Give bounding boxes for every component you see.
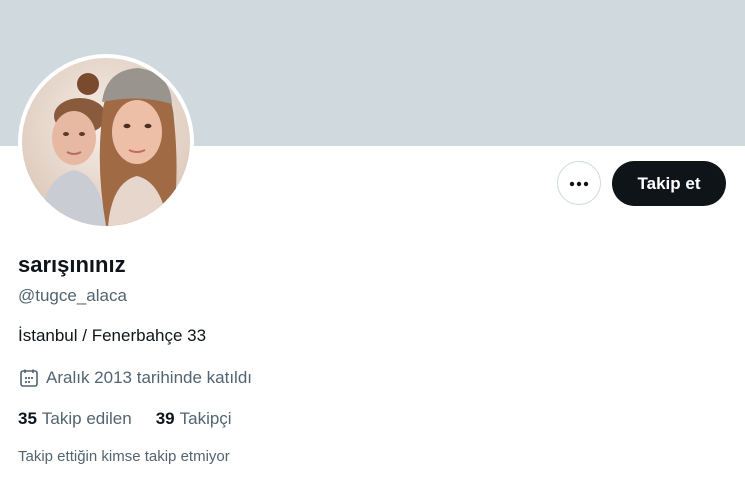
join-date-text: Aralık 2013 tarihinde katıldı — [46, 368, 253, 387]
follow-stats: 35 Takip edilen 39 Takipçi — [18, 409, 256, 429]
following-label: Takip edilen — [41, 409, 132, 428]
followers-link[interactable]: 39 Takipçi — [156, 409, 232, 429]
more-options-button[interactable] — [557, 161, 601, 205]
followers-count: 39 — [155, 409, 175, 428]
followers-label: Takipçi — [179, 409, 232, 428]
mutual-followers-note: Takip ettiğin kimse takip etmiyor — [18, 448, 230, 465]
following-link[interactable]: 35 Takip edilen — [18, 409, 132, 429]
follow-button-label: Takip et — [637, 173, 701, 193]
user-handle: @tugce_alaca — [18, 286, 127, 305]
profile-bio: İstanbul / Fenerbahçe 33 — [18, 326, 207, 345]
calendar-icon — [18, 367, 40, 389]
avatar-photo — [22, 58, 190, 226]
profile-avatar[interactable] — [18, 54, 194, 230]
more-dots-icon — [569, 174, 589, 192]
following-count: 35 — [18, 409, 37, 428]
join-date: Aralık 2013 tarihinde katıldı — [18, 367, 252, 389]
follow-button[interactable]: Takip et — [612, 161, 726, 206]
display-name: sarışınınız — [18, 252, 126, 277]
